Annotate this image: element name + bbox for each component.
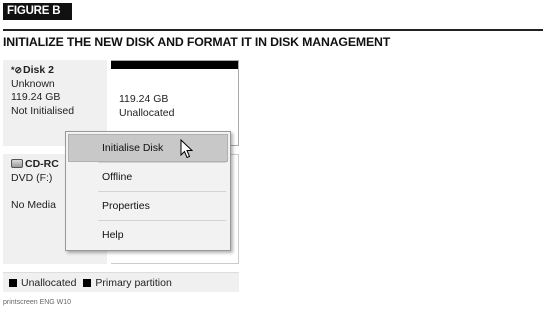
context-menu: Initialise Disk Offline Properties Help <box>65 131 231 251</box>
figure-title: INITIALIZE THE NEW DISK AND FORMAT IT IN… <box>3 35 391 49</box>
disk-type: Unknown <box>11 77 55 90</box>
menu-item-properties[interactable]: Properties <box>68 192 228 220</box>
figure-caption: printscreen ENG W10 <box>3 299 72 306</box>
legend-bar: Unallocated Primary partition <box>3 272 239 292</box>
partition-status: Unallocated <box>119 106 175 119</box>
legend-primary-partition: Primary partition <box>95 277 172 289</box>
figure-label: FIGURE B <box>3 3 72 20</box>
menu-item-initialise-disk[interactable]: Initialise Disk <box>68 134 228 162</box>
primary-partition-swatch <box>83 279 92 287</box>
figure-rule <box>3 29 543 31</box>
menu-item-offline[interactable]: Offline <box>68 163 228 191</box>
disk-name: Disk 2 <box>23 64 54 76</box>
disk-status: Not Initialised <box>11 104 75 117</box>
unallocated-swatch <box>9 279 17 287</box>
cdrom-name: CD-RC <box>25 158 59 170</box>
disk-size: 119.24 GB <box>11 91 61 103</box>
disk-uninitialised-icon: *⊘ <box>11 65 23 75</box>
partition-size: 119.24 GB <box>119 93 169 105</box>
mouse-pointer-icon <box>180 139 194 159</box>
menu-item-help[interactable]: Help <box>68 221 228 249</box>
cd-drive-icon <box>11 159 23 168</box>
disk-2-title: *⊘Disk 2 <box>11 64 107 78</box>
partition-color-bar <box>111 61 238 69</box>
legend-unallocated: Unallocated <box>21 277 77 289</box>
